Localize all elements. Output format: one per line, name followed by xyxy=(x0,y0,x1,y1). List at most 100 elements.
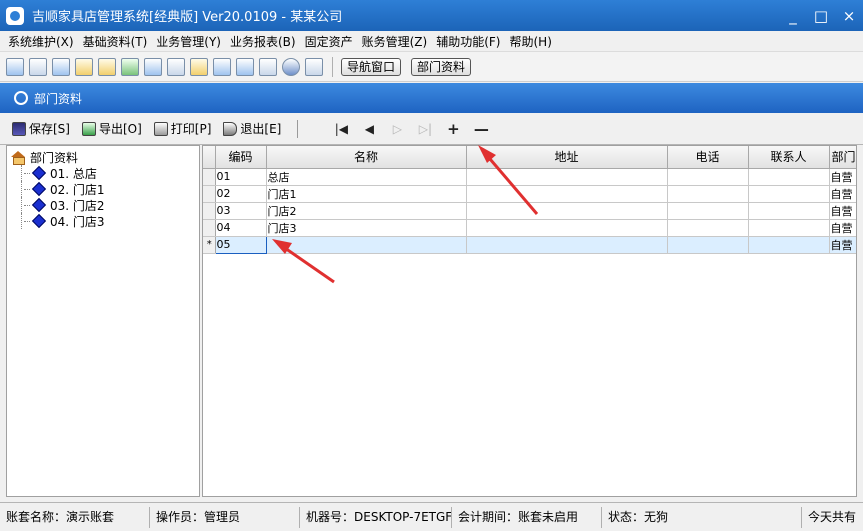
cell-dept[interactable]: 自营 xyxy=(829,185,856,203)
close-button[interactable]: × xyxy=(835,0,863,31)
cell-phone[interactable] xyxy=(667,219,749,237)
pc-icon[interactable] xyxy=(167,57,185,76)
maximize-button[interactable]: □ xyxy=(807,0,835,31)
last-record-button[interactable]: ▷| xyxy=(412,122,438,136)
cell-contact[interactable] xyxy=(748,185,830,203)
action-separator xyxy=(297,119,299,138)
exit-icon xyxy=(223,121,238,136)
column-header-code[interactable]: 编码 xyxy=(215,146,267,169)
cell-code[interactable]: 03 xyxy=(215,202,267,220)
money-icon[interactable] xyxy=(98,57,116,76)
cell-address[interactable] xyxy=(466,202,668,220)
cell-name[interactable] xyxy=(266,236,467,254)
cell-name[interactable]: 门店3 xyxy=(266,219,467,237)
nav-window-button[interactable]: 导航窗口 xyxy=(341,57,402,76)
list-icon[interactable] xyxy=(29,57,47,76)
diamond-icon xyxy=(31,197,47,213)
printer-icon[interactable] xyxy=(259,57,277,76)
table-row[interactable]: 04 门店3 自营 xyxy=(203,219,856,237)
new-table-row[interactable]: * 05 自营 xyxy=(203,235,856,254)
column-header-phone[interactable]: 电话 xyxy=(667,146,749,169)
delete-record-button[interactable]: — xyxy=(468,120,494,138)
printer-icon xyxy=(153,121,168,136)
tree-item-label: 03. 门店2 xyxy=(50,198,105,213)
add-record-button[interactable]: + xyxy=(440,120,466,138)
window-title: 吉顺家具店管理系统[经典版] Ver20.0109 - 某某公司 xyxy=(32,10,343,25)
row-indicator xyxy=(203,168,216,186)
diamond-icon xyxy=(31,181,47,197)
menu-system[interactable]: 系统维护(X) xyxy=(8,33,74,50)
tree-item-label: 01. 总店 xyxy=(50,166,97,181)
cell-address[interactable] xyxy=(466,236,668,254)
table-row[interactable]: 02 门店1 自营 xyxy=(203,185,856,203)
column-header-contact[interactable]: 联系人 xyxy=(748,146,830,169)
prev-record-button[interactable]: ◀ xyxy=(356,122,382,136)
cell-contact[interactable] xyxy=(748,236,830,254)
cell-code-editing[interactable]: 05 xyxy=(214,235,267,254)
title-bar: 吉顺家具店管理系统[经典版] Ver20.0109 - 某某公司 _ □ × xyxy=(0,0,863,31)
first-record-button[interactable]: |◀ xyxy=(328,122,354,136)
document-title: 部门资料 xyxy=(34,91,83,106)
menu-accounting[interactable]: 账务管理(Z) xyxy=(362,33,428,50)
cell-address[interactable] xyxy=(466,185,668,203)
menu-tools[interactable]: 辅助功能(F) xyxy=(436,33,500,50)
save-button[interactable]: 保存[S] xyxy=(12,120,70,137)
table-row[interactable]: 01 总店 自营 xyxy=(203,168,856,186)
minimize-button[interactable]: _ xyxy=(779,0,807,31)
cell-code[interactable]: 02 xyxy=(215,185,267,203)
tree-item[interactable]: 01. 总店 xyxy=(21,165,199,181)
monitor-icon[interactable] xyxy=(213,57,231,76)
tree-root-label: 部门资料 xyxy=(30,150,79,165)
column-header-dept[interactable]: 部门 xyxy=(829,146,856,169)
cell-code[interactable]: 01 xyxy=(215,168,267,186)
cell-phone[interactable] xyxy=(667,168,749,186)
cell-phone[interactable] xyxy=(667,236,749,254)
search-icon[interactable] xyxy=(75,57,93,76)
table-row[interactable]: 03 门店2 自营 xyxy=(203,202,856,220)
cell-contact[interactable] xyxy=(748,168,830,186)
tree-item[interactable]: 03. 门店2 xyxy=(21,197,199,213)
cell-address[interactable] xyxy=(466,168,668,186)
cell-name[interactable]: 门店2 xyxy=(266,202,467,220)
menu-reports[interactable]: 业务报表(B) xyxy=(230,33,296,50)
cell-dept[interactable]: 自营 xyxy=(829,202,856,220)
tools-icon[interactable] xyxy=(121,57,139,76)
next-record-button[interactable]: ▷ xyxy=(384,122,410,136)
cell-phone[interactable] xyxy=(667,185,749,203)
diamond-icon xyxy=(31,165,47,181)
disk-icon[interactable] xyxy=(236,57,254,76)
window-icon[interactable] xyxy=(52,57,70,76)
menu-help[interactable]: 帮助(H) xyxy=(510,33,552,50)
cell-name[interactable]: 总店 xyxy=(266,168,467,186)
column-header-name[interactable]: 名称 xyxy=(266,146,467,169)
new-row-indicator: * xyxy=(203,236,216,254)
users-icon[interactable] xyxy=(144,57,162,76)
tree-item[interactable]: 02. 门店1 xyxy=(21,181,199,197)
menu-basic-data[interactable]: 基础资料(T) xyxy=(83,33,148,50)
row-indicator-header xyxy=(203,146,216,169)
cell-code[interactable]: 04 xyxy=(215,219,267,237)
exit-icon[interactable] xyxy=(305,57,323,76)
cell-dept[interactable]: 自营 xyxy=(829,236,856,254)
column-header-address[interactable]: 地址 xyxy=(466,146,668,169)
calendar-icon[interactable] xyxy=(6,57,24,76)
cell-contact[interactable] xyxy=(748,219,830,237)
tree-item[interactable]: 04. 门店3 xyxy=(21,213,199,229)
folder-icon[interactable] xyxy=(190,57,208,76)
row-indicator xyxy=(203,185,216,203)
help-icon[interactable] xyxy=(282,57,300,76)
menu-fixed-assets[interactable]: 固定资产 xyxy=(305,33,353,50)
export-button[interactable]: 导出[O] xyxy=(81,120,142,137)
menu-business[interactable]: 业务管理(Y) xyxy=(156,33,221,50)
cell-phone[interactable] xyxy=(667,202,749,220)
dept-data-button[interactable]: 部门资料 xyxy=(411,57,472,76)
cell-address[interactable] xyxy=(466,219,668,237)
cell-dept[interactable]: 自营 xyxy=(829,219,856,237)
cell-dept[interactable]: 自营 xyxy=(829,168,856,186)
cell-name[interactable]: 门店1 xyxy=(266,185,467,203)
tree-root[interactable]: 部门资料 xyxy=(7,149,199,165)
exit-button[interactable]: 退出[E] xyxy=(223,120,281,137)
print-button[interactable]: 打印[P] xyxy=(153,120,211,137)
status-account: 账套名称：演示账套 xyxy=(0,506,150,528)
cell-contact[interactable] xyxy=(748,202,830,220)
